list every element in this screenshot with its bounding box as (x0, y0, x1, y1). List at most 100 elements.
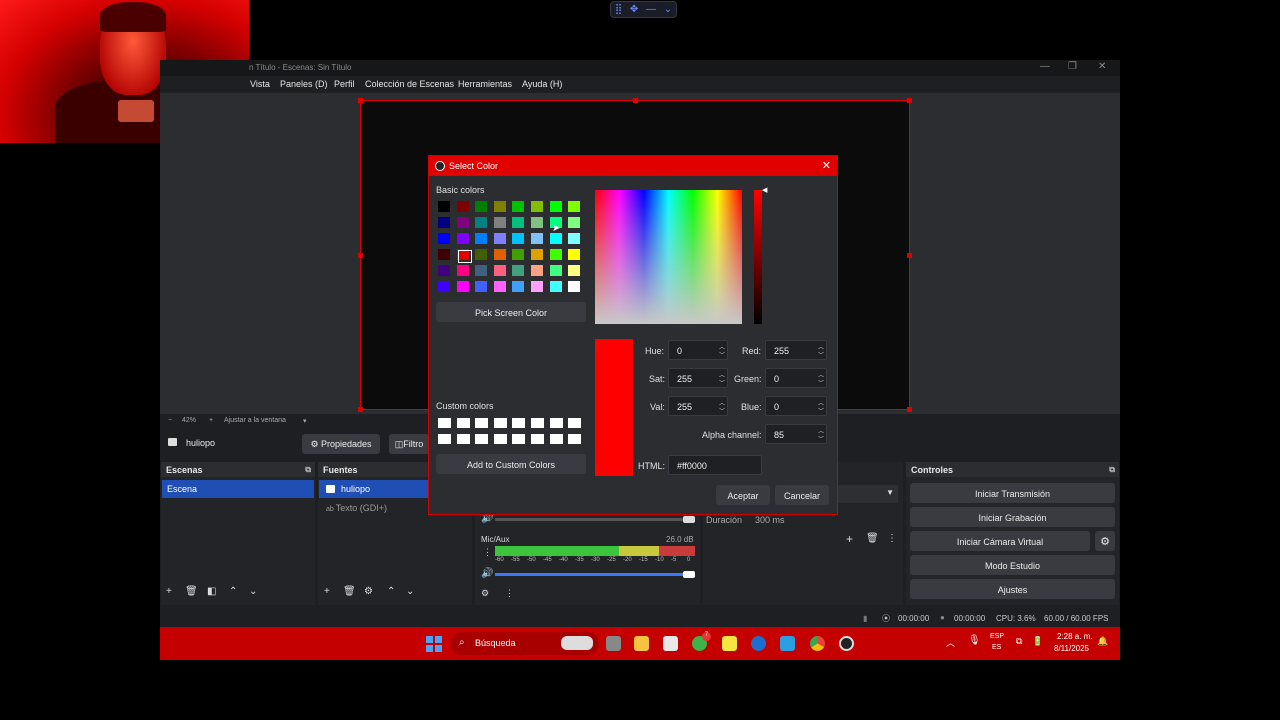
val-spinbox[interactable]: 255 ︿ ﹀ (668, 396, 728, 416)
alpha-spinbox[interactable]: 85 ︿ ﹀ (765, 424, 827, 444)
red-spinbox[interactable]: 255 ︿ ﹀ (765, 340, 827, 360)
custom-color-swatch[interactable] (549, 434, 563, 444)
store-icon[interactable] (663, 636, 678, 651)
add-custom-color-button[interactable]: Add to Custom Colors (436, 454, 586, 474)
color-swatch[interactable] (568, 281, 581, 292)
menu-herramientas[interactable]: Herramientas (458, 79, 512, 89)
color-swatch[interactable] (531, 281, 543, 292)
network-icon[interactable]: ⧉ (1016, 636, 1022, 647)
color-swatch[interactable] (512, 249, 525, 260)
color-swatch[interactable] (475, 249, 488, 260)
minimize-icon[interactable]: — (646, 4, 656, 15)
color-swatch[interactable] (493, 265, 506, 276)
undock-icon[interactable]: ⧉ (1109, 465, 1115, 475)
color-swatch[interactable] (549, 265, 562, 276)
color-swatch[interactable] (549, 201, 562, 212)
start-virtual-cam-button[interactable]: Iniciar Cámara Virtual (910, 531, 1090, 551)
color-swatch[interactable] (475, 265, 488, 276)
menu-coleccion[interactable]: Colección de Escenas (365, 79, 454, 89)
file-explorer-icon[interactable] (634, 636, 649, 651)
properties-button[interactable]: ⚙ Propiedades (302, 434, 380, 454)
resize-handle[interactable] (907, 407, 912, 412)
resize-handle[interactable] (633, 98, 638, 103)
value-slider-arrow-icon[interactable]: ◀ (762, 186, 767, 194)
grid-icon[interactable]: ⣿ (615, 4, 622, 15)
color-swatch[interactable] (438, 201, 450, 212)
volume-knob[interactable] (683, 516, 695, 523)
custom-color-swatch[interactable] (568, 418, 582, 428)
microphone-icon[interactable]: 🎙 (968, 635, 981, 646)
custom-color-swatch[interactable] (568, 434, 582, 444)
color-swatch[interactable] (568, 233, 581, 244)
custom-color-swatch[interactable] (438, 434, 451, 444)
custom-color-swatch[interactable] (549, 418, 563, 428)
maximize-button[interactable]: ❐ (1068, 61, 1077, 72)
add-icon[interactable]: + (324, 586, 330, 597)
trash-icon[interactable]: 🗑 (866, 533, 879, 544)
advanced-audio-icon[interactable]: ⚙ (481, 588, 489, 599)
zoom-dropdown[interactable]: ▾ (303, 417, 307, 425)
obs-icon[interactable] (839, 636, 854, 651)
spin-down-icon[interactable]: ﹀ (818, 350, 824, 359)
trash-icon[interactable]: 🗑 (343, 586, 356, 597)
color-swatch[interactable] (493, 249, 506, 260)
resize-handle[interactable] (907, 98, 912, 103)
add-icon[interactable]: + (166, 586, 172, 597)
custom-color-swatch[interactable] (475, 418, 489, 428)
filters-button[interactable]: ◫Filtro (389, 434, 429, 454)
color-swatch[interactable] (512, 281, 525, 292)
app-icon[interactable] (780, 636, 795, 651)
menu-vista[interactable]: Vista (250, 79, 270, 89)
sat-spinbox[interactable]: 255 ︿ ﹀ (668, 368, 728, 388)
color-swatch[interactable] (512, 201, 525, 212)
custom-color-swatch[interactable] (475, 434, 489, 444)
color-swatch[interactable] (568, 201, 581, 212)
color-swatch[interactable] (493, 217, 506, 228)
bell-icon[interactable]: 🔔 (1097, 636, 1108, 647)
resize-handle[interactable] (358, 407, 363, 412)
color-swatch[interactable] (531, 249, 543, 260)
menu-dots-icon[interactable]: ⋮ (887, 533, 897, 544)
color-swatch[interactable] (531, 233, 543, 244)
volume-slider[interactable] (495, 573, 693, 576)
hue-spinbox[interactable]: 0 ︿ ﹀ (668, 340, 728, 360)
color-swatch[interactable] (438, 249, 450, 260)
spin-down-icon[interactable]: ﹀ (818, 406, 824, 415)
color-swatch[interactable] (568, 217, 581, 228)
color-swatch[interactable] (456, 217, 469, 228)
scene-item[interactable]: Escena (162, 480, 314, 498)
menu-paneles[interactable]: Paneles (D) (280, 79, 328, 89)
blue-spinbox[interactable]: 0 ︿ ﹀ (765, 396, 827, 416)
taskbar-search[interactable]: ⌕ Búsqueda (451, 632, 599, 655)
color-swatch[interactable] (438, 233, 450, 244)
custom-color-swatch[interactable] (456, 418, 470, 428)
custom-color-swatch[interactable] (438, 418, 451, 428)
spin-down-icon[interactable]: ﹀ (719, 378, 725, 387)
menu-perfil[interactable]: Perfil (334, 79, 355, 89)
move-down-icon[interactable]: ⌄ (249, 586, 257, 597)
language-bottom[interactable]: ES (992, 644, 1001, 651)
custom-color-swatch[interactable] (531, 418, 544, 428)
move-icon[interactable]: ✥ (630, 4, 638, 15)
color-swatch[interactable] (568, 249, 581, 260)
spin-down-icon[interactable]: ﹀ (719, 406, 725, 415)
color-swatch[interactable] (456, 201, 469, 212)
battery-icon[interactable]: 🔋 (1032, 636, 1043, 647)
edge-icon[interactable] (751, 636, 766, 651)
color-swatch[interactable] (438, 265, 450, 276)
clock-date[interactable]: 8/11/2025 (1054, 644, 1089, 653)
color-swatch[interactable] (531, 217, 543, 228)
html-color-input[interactable]: #ff0000 (668, 455, 762, 475)
studio-mode-button[interactable]: Modo Estudio (910, 555, 1115, 575)
spin-down-icon[interactable]: ﹀ (818, 434, 824, 443)
color-swatch[interactable] (549, 281, 562, 292)
language-top[interactable]: ESP (990, 633, 1004, 640)
hue-sat-picker[interactable] (595, 190, 742, 324)
green-spinbox[interactable]: 0 ︿ ﹀ (765, 368, 827, 388)
move-up-icon[interactable]: ⌃ (387, 586, 395, 597)
start-recording-button[interactable]: Iniciar Grabación (910, 507, 1115, 527)
filter-icon[interactable]: ◧ (207, 586, 216, 597)
color-swatch[interactable] (475, 217, 488, 228)
resize-handle[interactable] (358, 98, 363, 103)
gear-icon[interactable]: ⚙ (364, 586, 373, 597)
